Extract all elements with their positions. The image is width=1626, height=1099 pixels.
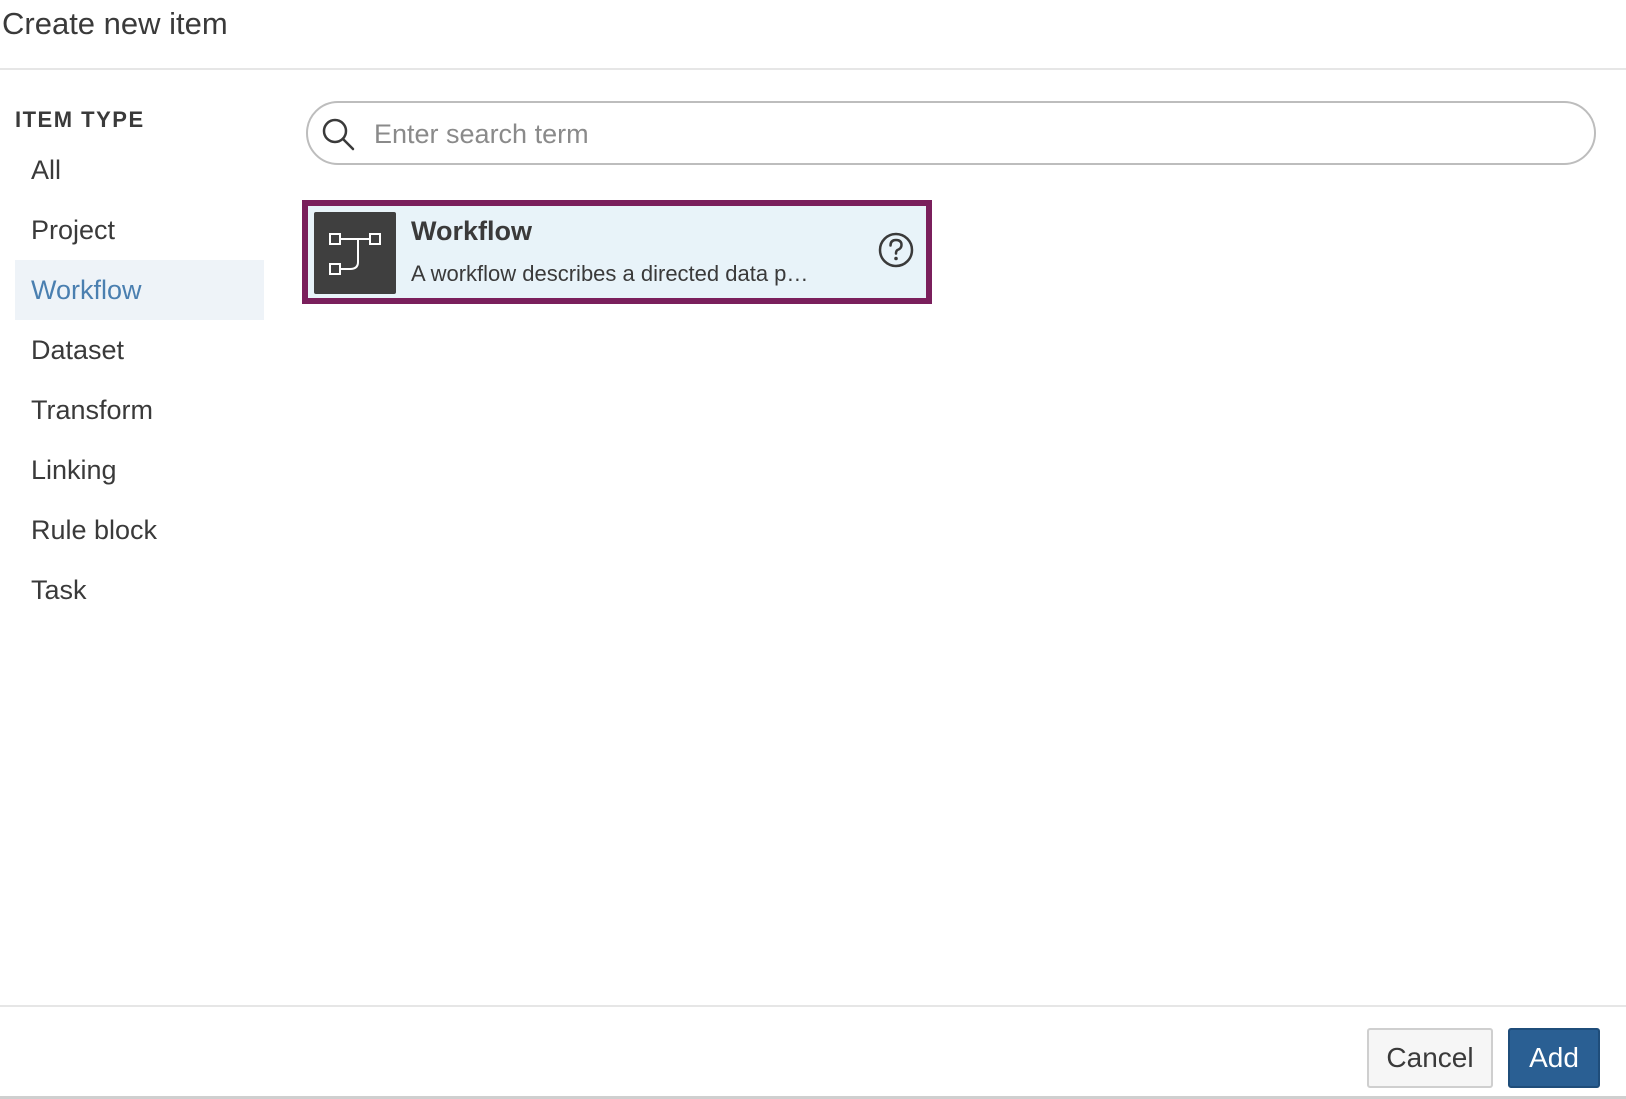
sidebar-item-project[interactable]: Project: [15, 200, 264, 260]
sidebar-item-dataset[interactable]: Dataset: [15, 320, 264, 380]
sidebar-item-linking[interactable]: Linking: [15, 440, 264, 500]
sidebar-heading: ITEM TYPE: [15, 107, 145, 132]
dialog-title: Create new item: [2, 6, 228, 41]
search-box: [306, 101, 1596, 165]
result-item-title: Workflow: [411, 216, 532, 246]
sidebar-item-task[interactable]: Task: [15, 560, 264, 620]
search-icon: [322, 118, 355, 151]
result-item-description: A workflow describes a directed data p…: [411, 261, 809, 286]
sidebar-item-all[interactable]: All: [15, 140, 264, 200]
cancel-button[interactable]: Cancel: [1367, 1028, 1493, 1088]
sidebar-item-transform[interactable]: Transform: [15, 380, 264, 440]
help-icon[interactable]: [876, 230, 916, 270]
dialog-header: Create new item: [0, 0, 1626, 70]
add-button[interactable]: Add: [1508, 1028, 1600, 1088]
sidebar-item-workflow[interactable]: Workflow: [15, 260, 264, 320]
sidebar-item-rule-block[interactable]: Rule block: [15, 500, 264, 560]
item-type-sidebar: ITEM TYPE All Project Workflow Dataset T…: [15, 100, 264, 620]
search-input[interactable]: [372, 103, 1576, 165]
result-item-workflow[interactable]: Workflow A workflow describes a directed…: [302, 200, 932, 304]
create-item-dialog: Create new item ITEM TYPE All Project Wo…: [0, 0, 1626, 1099]
workflow-icon: [314, 212, 396, 294]
